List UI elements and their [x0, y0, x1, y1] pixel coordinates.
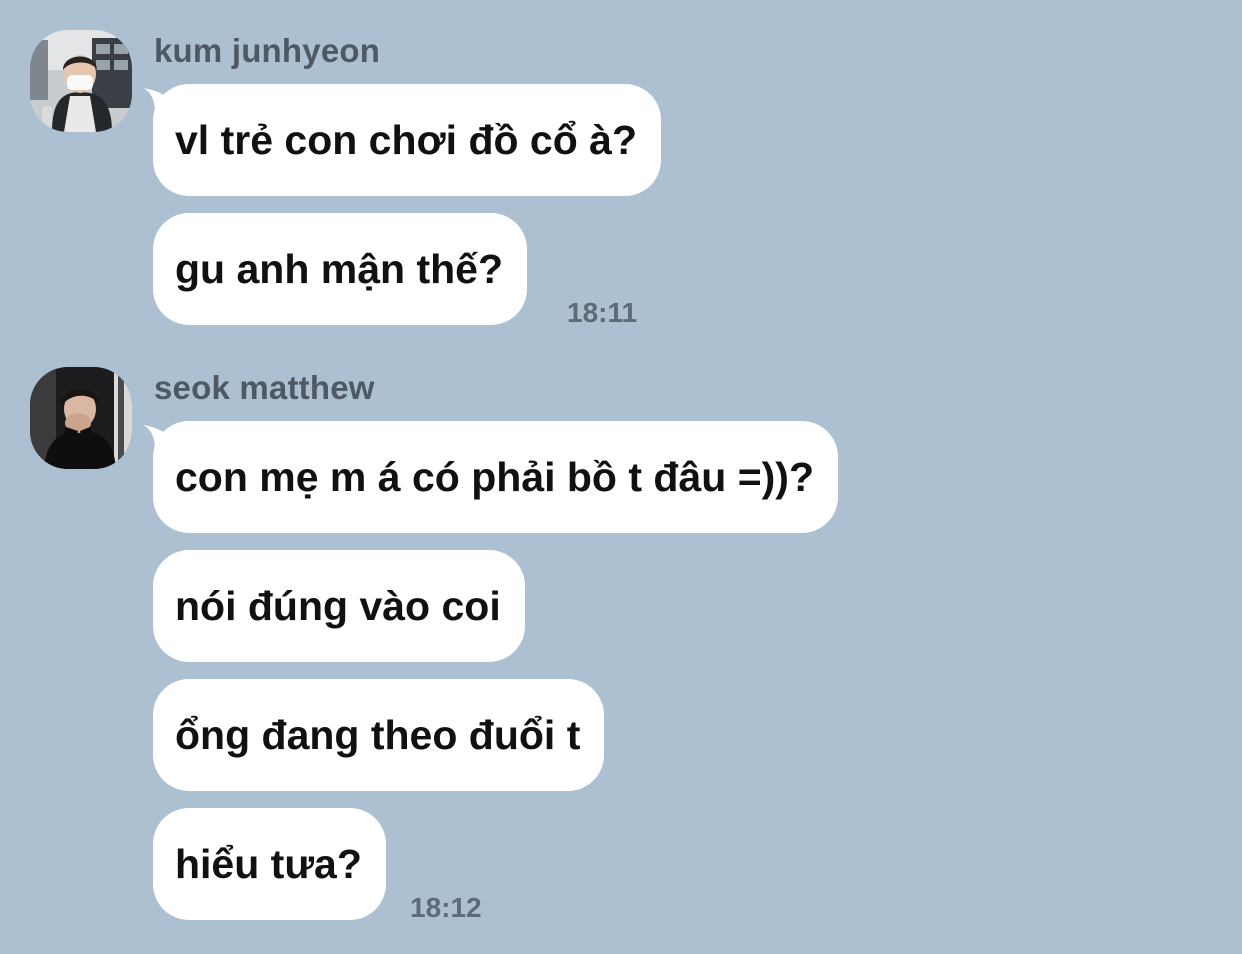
- message-bubble[interactable]: vl trẻ con chơi đồ cổ à?: [153, 84, 662, 196]
- sender-name: seok matthew: [154, 369, 375, 406]
- sender-avatar[interactable]: [30, 30, 132, 132]
- sender-avatar[interactable]: [30, 367, 132, 469]
- user-avatar-photo-icon: [30, 367, 132, 469]
- message-bubble[interactable]: gu anh mận thế?: [153, 213, 527, 325]
- message-bubble[interactable]: nói đúng vào coi: [153, 550, 525, 662]
- message-timestamp: 18:11: [567, 297, 638, 328]
- user-avatar-photo-icon: [30, 30, 132, 132]
- sender-name: kum junhyeon: [154, 32, 381, 69]
- message-bubble[interactable]: con mẹ m á có phải bồ t đâu =))?: [153, 421, 838, 533]
- message-bubble[interactable]: hiểu tưa?: [153, 808, 386, 920]
- chat-message-list[interactable]: kum junhyeon vl trẻ con chơi đồ cổ à? gu…: [0, 0, 1242, 954]
- message-bubble[interactable]: ổng đang theo đuổi t: [153, 679, 605, 791]
- message-timestamp: 18:12: [410, 892, 482, 923]
